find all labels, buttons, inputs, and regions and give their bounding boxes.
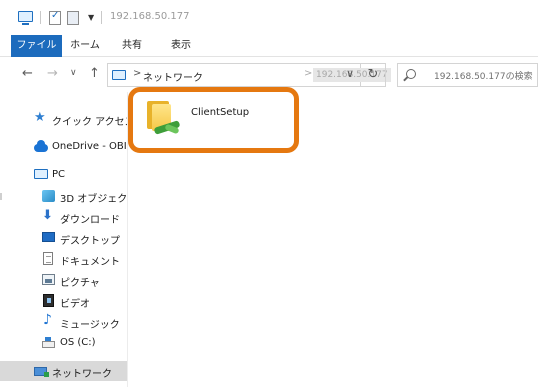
search-icon [406, 69, 416, 79]
sidebar-item-label: ビデオ [60, 299, 90, 310]
tab-view[interactable]: 表示 [160, 35, 202, 57]
sidebar-item-label: デスクトップ [60, 236, 120, 247]
breadcrumb-separator[interactable]: > [304, 68, 312, 79]
sidebar-item-label: ドキュメント [60, 257, 120, 268]
breadcrumb-network[interactable]: ネットワーク [143, 69, 203, 84]
music-icon: ♪ [43, 312, 52, 328]
forward-button[interactable]: → [47, 66, 58, 81]
pc-icon [112, 70, 126, 80]
video-icon [43, 294, 54, 307]
pc-icon[interactable] [18, 11, 33, 25]
sidebar-item-label: ミュージック [60, 320, 120, 331]
pictures-icon [42, 274, 55, 285]
pc-icon [34, 169, 48, 179]
tab-home[interactable]: ホーム [64, 35, 106, 57]
sidebar-item-videos[interactable]: ビデオ [0, 291, 127, 311]
desktop-icon [42, 232, 55, 242]
sidebar-item-documents[interactable]: ドキュメント [0, 249, 127, 269]
network-icon [34, 367, 49, 377]
sidebar-item-label: PC [52, 169, 66, 180]
sidebar-item-quick-access[interactable]: ★ クイック アクセス [0, 109, 128, 129]
sidebar-item-network[interactable]: ネットワーク [0, 361, 127, 381]
sidebar-item-label: ネットワーク [52, 369, 112, 380]
sidebar-item-label: OS (C:) [60, 337, 96, 348]
tab-file[interactable]: ファイル [11, 35, 62, 57]
sidebar-item-label: ピクチャ [60, 278, 100, 289]
sidebar-item-pc[interactable]: PC [0, 165, 127, 185]
sidebar-item-label: ダウンロード [60, 215, 120, 226]
tab-share[interactable]: 共有 [112, 35, 152, 57]
star-icon: ★ [34, 110, 46, 125]
properties-icon[interactable] [49, 10, 61, 25]
toolbar-separator [101, 11, 102, 24]
window-title: 192.168.50.177 [110, 11, 190, 22]
breadcrumb-separator[interactable]: > [133, 68, 141, 79]
navigation-pane[interactable]: ★ クイック アクセス OneDrive - OBIC PC 3D オブジェクト… [0, 92, 128, 387]
disk-icon [42, 337, 55, 348]
sidebar-item-pictures[interactable]: ピクチャ [0, 270, 127, 290]
sidebar-item-music[interactable]: ♪ ミュージック [0, 312, 127, 332]
new-folder-icon[interactable] [67, 11, 79, 25]
sidebar-item-downloads[interactable]: ⬇ ダウンロード [0, 207, 127, 227]
address-bar[interactable]: > ネットワーク > 192.168.50.177 ∨ [107, 63, 391, 87]
refresh-button[interactable]: ↻ [361, 63, 386, 87]
3d-objects-icon [42, 190, 55, 202]
sidebar-item-label: クイック アクセス [52, 117, 128, 128]
address-dropdown-button[interactable]: ∨ [346, 67, 354, 80]
back-button[interactable]: ← [22, 66, 33, 81]
title-bar: ▼ 192.168.50.177 [0, 0, 538, 33]
search-input[interactable]: 192.168.50.177の検索 [397, 63, 538, 87]
cloud-icon [34, 140, 48, 152]
sidebar-item-os-c[interactable]: OS (C:) [0, 333, 127, 353]
search-placeholder: 192.168.50.177の検索 [434, 72, 533, 82]
recent-locations-button[interactable]: ∨ [70, 68, 77, 78]
up-button[interactable]: ↑ [89, 66, 100, 81]
sidebar-item-3d-objects[interactable]: 3D オブジェクト [0, 186, 128, 206]
customize-dropdown-icon[interactable]: ▼ [88, 13, 94, 22]
address-row: ← → ∨ ↑ > ネットワーク > 192.168.50.177 ∨ ↻ 19… [0, 60, 538, 90]
sidebar-item-label: OneDrive - OBIC [52, 141, 128, 152]
sidebar-item-desktop[interactable]: デスクトップ [0, 228, 127, 248]
highlight-annotation [128, 87, 299, 153]
download-icon: ⬇ [42, 208, 53, 223]
toolbar-separator [40, 11, 41, 24]
sidebar-item-onedrive[interactable]: OneDrive - OBIC [0, 137, 128, 157]
document-icon [43, 252, 53, 265]
sidebar-item-label: 3D オブジェクト [60, 194, 128, 205]
ribbon-tabs: ファイル ホーム 共有 表示 [0, 35, 538, 57]
